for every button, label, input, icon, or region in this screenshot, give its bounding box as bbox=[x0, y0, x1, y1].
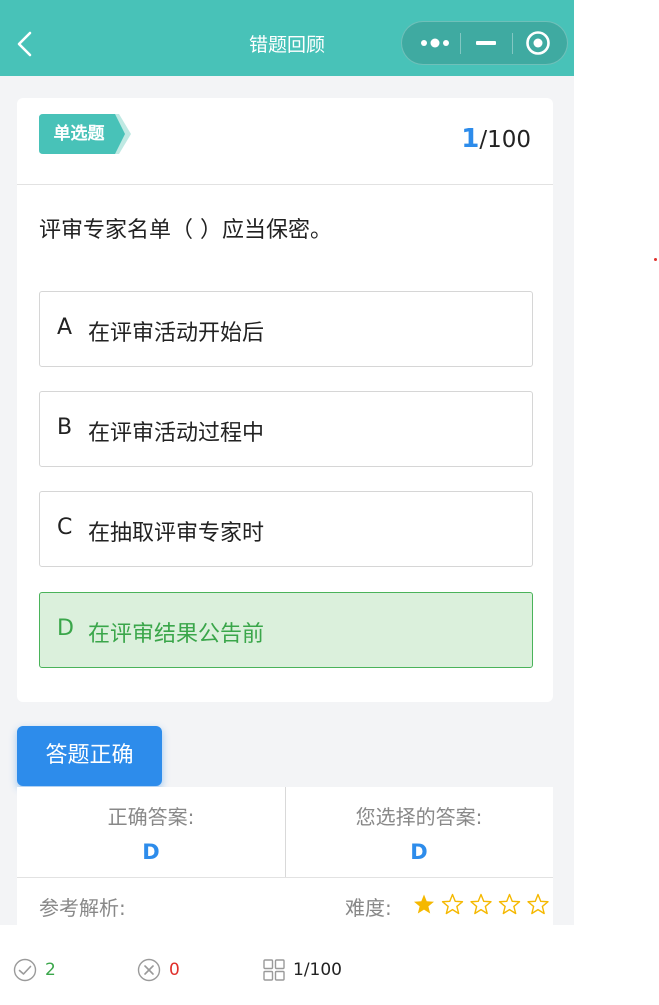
option-b[interactable]: B 在评审活动过程中 bbox=[39, 391, 533, 467]
star-empty-icon bbox=[470, 893, 492, 915]
option-a[interactable]: A 在评审活动开始后 bbox=[39, 291, 533, 367]
more-dots-icon bbox=[421, 38, 449, 48]
option-key: B bbox=[57, 415, 73, 440]
correct-answer-value: D bbox=[142, 840, 160, 864]
option-text: 在抽取评审专家时 bbox=[88, 521, 265, 546]
grid-icon bbox=[263, 959, 285, 981]
marker-dot bbox=[654, 258, 657, 261]
navbar: 错题回顾 bbox=[0, 0, 574, 76]
total-questions: /100 bbox=[479, 127, 531, 153]
correct-count: 2 bbox=[45, 960, 56, 980]
progress-text: 1/100 bbox=[293, 960, 342, 980]
star-empty-icon bbox=[527, 893, 549, 915]
close-target-icon bbox=[526, 31, 550, 55]
wrong-count-item[interactable]: 0 bbox=[137, 958, 187, 984]
close-button[interactable] bbox=[512, 22, 567, 64]
star-empty-icon bbox=[441, 893, 464, 915]
check-circle-icon bbox=[13, 958, 37, 982]
correct-answer-block: 正确答案: D bbox=[17, 787, 285, 877]
selected-answer-block: 您选择的答案: D bbox=[285, 787, 553, 877]
more-button[interactable] bbox=[410, 22, 462, 64]
option-text: 在评审活动开始后 bbox=[88, 321, 265, 346]
option-text: 在评审活动过程中 bbox=[88, 421, 265, 446]
correct-answer-label: 正确答案: bbox=[107, 805, 195, 829]
selected-answer-label: 您选择的答案: bbox=[355, 805, 483, 829]
minimize-icon bbox=[476, 41, 496, 45]
correct-count-item[interactable]: 2 bbox=[13, 958, 63, 984]
question-text: 评审专家名单（ ）应当保密。 bbox=[39, 218, 332, 243]
answer-result-badge: 答题正确 bbox=[17, 726, 162, 786]
app-screen: 错题回顾 单选题 1/100 评审专家名单（ ）应当保密。 A 在评审活动开始后… bbox=[0, 0, 574, 925]
divider bbox=[17, 184, 553, 185]
bottom-bar: 2 0 1/100 bbox=[0, 925, 659, 1005]
difficulty-stars bbox=[414, 893, 549, 915]
option-d-correct[interactable]: D 在评审结果公告前 bbox=[39, 592, 533, 668]
question-counter: 1/100 bbox=[461, 124, 531, 154]
divider bbox=[17, 877, 553, 878]
answer-sheet-button[interactable]: 1/100 bbox=[262, 958, 362, 984]
answer-panel: 正确答案: D 您选择的答案: D 参考解析: 难度: bbox=[17, 787, 553, 925]
option-key: C bbox=[57, 515, 73, 540]
wrong-count: 0 bbox=[169, 960, 180, 980]
question-card: 单选题 1/100 评审专家名单（ ）应当保密。 A 在评审活动开始后 B 在评… bbox=[17, 98, 553, 702]
capsule-divider bbox=[460, 33, 461, 54]
current-question-number: 1 bbox=[461, 124, 480, 154]
mini-program-capsule bbox=[401, 21, 568, 65]
option-key: D bbox=[57, 616, 74, 641]
minimize-button[interactable] bbox=[462, 22, 512, 64]
option-key: A bbox=[57, 315, 73, 340]
star-filled-icon bbox=[414, 894, 434, 914]
x-circle-icon bbox=[137, 958, 161, 982]
analysis-label: 参考解析: bbox=[39, 896, 126, 920]
question-type-tag: 单选题 bbox=[39, 114, 131, 154]
star-empty-icon bbox=[498, 893, 521, 915]
selected-answer-value: D bbox=[410, 840, 428, 864]
difficulty-label: 难度: bbox=[345, 896, 392, 920]
option-c[interactable]: C 在抽取评审专家时 bbox=[39, 491, 533, 567]
option-text: 在评审结果公告前 bbox=[88, 622, 265, 647]
question-type-label: 单选题 bbox=[53, 124, 105, 144]
